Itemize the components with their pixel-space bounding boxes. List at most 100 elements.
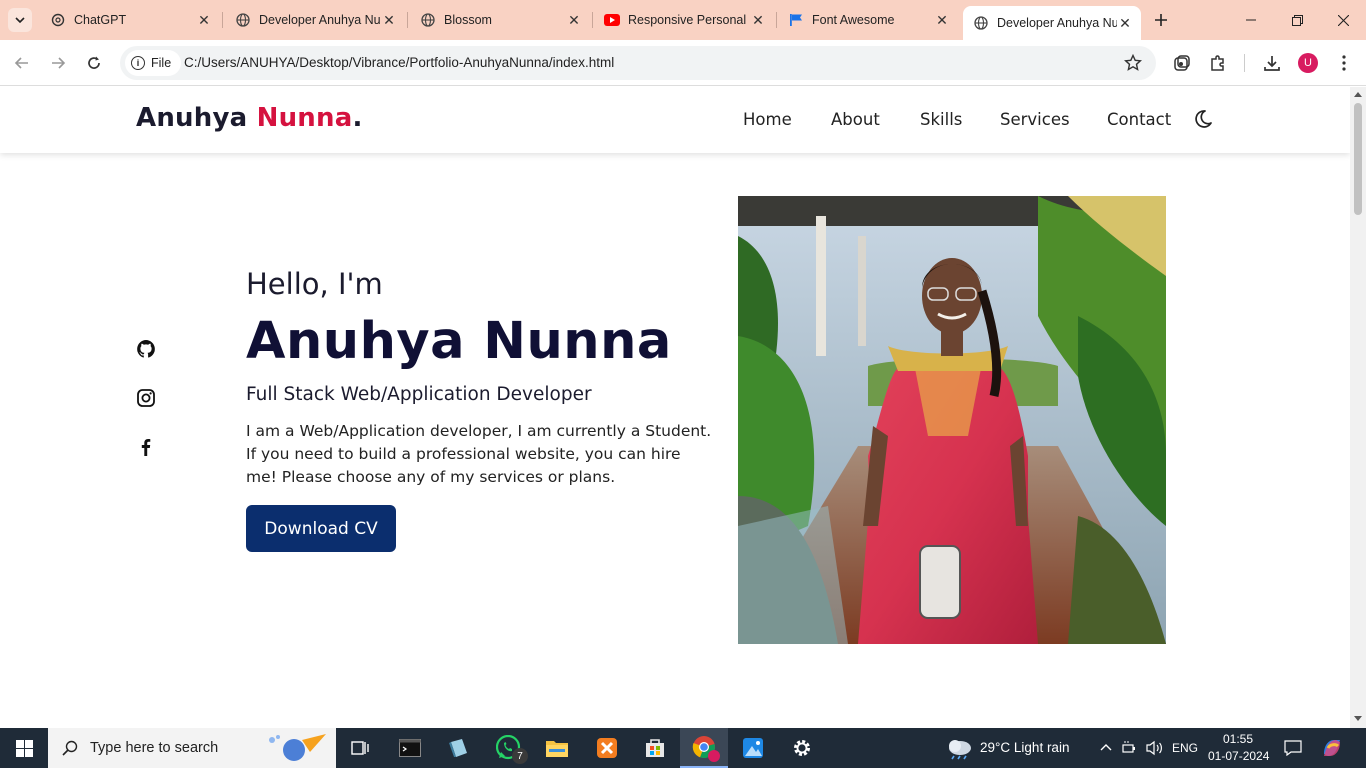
language-indicator[interactable]: ENG [1172,741,1198,755]
minimize-icon [1246,19,1256,21]
nav-about[interactable]: About [831,110,880,129]
close-tab-icon[interactable]: ✕ [196,12,212,28]
store-icon [646,739,664,757]
settings-app[interactable] [783,732,821,764]
globe-icon [235,12,251,28]
windows-taskbar: Type here to search 7 29°C Light rain EN… [0,728,1366,768]
hero-greeting: Hello, I'm [246,267,383,301]
tab-responsive-personal[interactable]: Responsive Personal P ✕ [594,6,774,34]
chatgpt-icon [50,12,66,28]
url-text[interactable]: C:/Users/ANUHYA/Desktop/Vibrance/Portfol… [184,55,614,70]
forward-button[interactable] [46,51,70,75]
tab-blossom[interactable]: Blossom ✕ [410,6,590,34]
scroll-down-arrow[interactable] [1354,716,1362,721]
windows-logo-icon [15,739,33,757]
photos-app[interactable] [734,732,772,764]
tab-developer-anuhya-active[interactable]: Developer Anuhya Nu ✕ [963,6,1141,40]
scroll-up-arrow[interactable] [1354,92,1362,97]
taskbar-search[interactable]: Type here to search [48,728,336,768]
kebab-menu-icon [1342,55,1346,71]
nav-services[interactable]: Services [1000,110,1070,129]
chrome-app-active[interactable] [680,728,728,768]
new-tab-button[interactable] [1140,0,1182,40]
tab-chatgpt[interactable]: ChatGPT ✕ [40,6,220,34]
chevron-down-icon [15,17,25,24]
hero-name: Anuhya Nunna [246,312,672,371]
app-shortcut[interactable] [440,732,478,764]
close-tab-icon[interactable]: ✕ [934,12,950,28]
gear-icon [794,740,810,756]
task-view-button[interactable] [341,732,379,764]
terminal-app[interactable] [391,732,429,764]
clock-time[interactable]: 01:55 [1223,732,1253,746]
battery-icon[interactable] [1122,740,1138,756]
site-logo[interactable]: Anuhya Nunna. [136,103,363,133]
logo-accent: Nunna [256,103,353,133]
tab-capture-button[interactable] [1170,51,1194,75]
tab-divider [407,12,408,28]
downloads-button[interactable] [1260,51,1284,75]
close-tab-icon[interactable]: ✕ [1117,15,1133,31]
app-cube-icon [449,739,467,757]
copilot-icon[interactable] [1320,736,1344,760]
github-icon[interactable] [136,339,156,359]
close-tab-icon[interactable]: ✕ [566,12,582,28]
notification-icon[interactable] [1284,740,1302,756]
reload-button[interactable] [82,51,106,75]
facebook-icon[interactable] [136,437,156,457]
plus-icon [1155,14,1167,26]
nav-contact[interactable]: Contact [1107,110,1171,129]
chrome-menu-button[interactable] [1332,51,1356,75]
restore-icon [1291,14,1303,26]
chrome-profile-badge [708,750,720,762]
instagram-icon[interactable] [136,388,156,408]
close-window-button[interactable] [1320,0,1366,40]
site-info-label: File [151,56,172,70]
screen-capture-icon [1174,55,1190,71]
tab-font-awesome[interactable]: Font Awesome ✕ [778,6,958,34]
nav-home[interactable]: Home [743,110,792,129]
search-icon [62,740,78,756]
font-awesome-icon [788,12,804,28]
globe-icon [973,15,989,31]
tab-title: Developer Anuhya Nu [259,13,381,27]
webpage: Anuhya Nunna. Home About Skills Services… [0,87,1350,728]
tab-search-button[interactable] [8,8,32,32]
scrollbar-thumb[interactable] [1354,103,1362,215]
download-icon [1264,56,1280,71]
back-button[interactable] [10,51,34,75]
xampp-app[interactable] [588,732,626,764]
search-placeholder: Type here to search [90,740,219,756]
file-explorer-app[interactable] [538,732,576,764]
tab-developer-anuhya[interactable]: Developer Anuhya Nu ✕ [225,6,405,34]
extensions-button[interactable] [1206,51,1230,75]
puzzle-icon [1211,55,1224,71]
volume-icon[interactable] [1146,740,1164,756]
nav-skills[interactable]: Skills [920,110,962,129]
site-navbar: Anuhya Nunna. Home About Skills Services… [0,87,1350,153]
close-tab-icon[interactable]: ✕ [381,12,397,28]
close-tab-icon[interactable]: ✕ [750,12,766,28]
clock-date[interactable]: 01-07-2024 [1208,749,1269,763]
site-info-chip[interactable]: i File [125,50,182,76]
tab-divider [592,12,593,28]
profile-avatar[interactable]: U [1298,53,1318,73]
download-cv-button[interactable]: Download CV [246,505,396,552]
whatsapp-app[interactable]: 7 [490,732,528,764]
restore-button[interactable] [1274,0,1320,40]
minimize-button[interactable] [1228,0,1274,40]
page-scrollbar[interactable] [1350,87,1366,728]
arrow-right-icon [52,57,66,69]
tab-strip: ChatGPT ✕ Developer Anuhya Nu ✕ Blossom … [0,0,1366,40]
address-bar[interactable]: i File C:/Users/ANUHYA/Desktop/Vibrance/… [120,46,1156,80]
microsoft-store-app[interactable] [636,732,674,764]
profile-photo [738,196,1166,644]
chevron-up-icon[interactable] [1100,743,1112,751]
start-button[interactable] [5,732,43,764]
tab-title: Developer Anuhya Nu [997,16,1117,30]
moon-icon[interactable] [1192,108,1214,130]
cloud-rain-icon [949,740,971,760]
weather-text[interactable]: 29°C Light rain [980,740,1069,755]
bookmark-star-icon[interactable] [1124,54,1142,72]
toolbar-divider [1244,54,1245,72]
